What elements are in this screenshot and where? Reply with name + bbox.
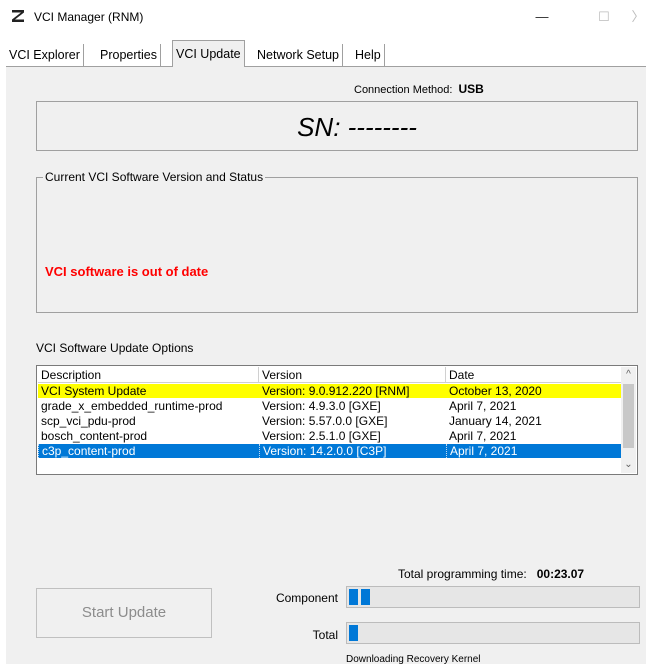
chevron-up-icon[interactable]: ^ (621, 367, 636, 383)
title-bar: VCI Manager (RNM) — ☐ 〉 (0, 0, 652, 34)
list-item[interactable]: scp_vci_pdu-prod Version: 5.57.0.0 [GXE]… (38, 414, 622, 428)
tab-strip: VCI Explorer Properties VCI Update Netwo… (6, 40, 646, 67)
item-description: scp_vci_pdu-prod (41, 414, 136, 428)
app-icon (12, 10, 24, 22)
update-options-list[interactable]: Description Version Date VCI System Upda… (36, 365, 638, 475)
item-version: Version: 9.0.912.220 [RNM] (262, 384, 410, 398)
status-message: VCI software is out of date (45, 264, 209, 279)
component-progress-block (361, 589, 370, 605)
tab-properties[interactable]: Properties (97, 44, 161, 66)
column-header-date[interactable]: Date (446, 367, 622, 383)
list-item[interactable]: VCI System Update Version: 9.0.912.220 [… (38, 384, 622, 398)
list-header: Description Version Date (38, 367, 622, 383)
minimize-button[interactable]: — (530, 6, 554, 28)
item-description: c3p_content-prod (38, 444, 263, 458)
tab-help[interactable]: Help (352, 44, 385, 66)
maximize-button[interactable]: ☐ (592, 6, 616, 28)
progress-caption: Downloading Recovery Kernel (346, 654, 481, 665)
component-progress-block (349, 589, 358, 605)
list-item-selected[interactable]: c3p_content-prod Version: 14.2.0.0 [C3P]… (38, 444, 622, 458)
close-button[interactable]: 〉 (626, 6, 650, 28)
chevron-down-icon[interactable]: ⌄ (621, 457, 636, 473)
item-version: Version: 5.57.0.0 [GXE] (262, 414, 388, 428)
connection-method-value: USB (458, 82, 484, 96)
list-scrollbar[interactable]: ^ ⌄ (621, 367, 636, 473)
tab-vci-update[interactable]: VCI Update (172, 40, 245, 67)
serial-number: SN: -------- (297, 112, 417, 142)
item-description: bosch_content-prod (41, 429, 148, 443)
serial-number-box: SN: -------- (36, 101, 638, 151)
item-date: April 7, 2021 (449, 429, 517, 443)
item-version: Version: 14.2.0.0 [C3P] (259, 444, 450, 458)
window-title: VCI Manager (RNM) (34, 10, 144, 24)
total-programming-time: Total programming time: 00:23.07 (398, 567, 584, 581)
list-item[interactable]: grade_x_embedded_runtime-prod Version: 4… (38, 399, 622, 413)
item-version: Version: 2.5.1.0 [GXE] (262, 429, 381, 443)
start-update-button[interactable]: Start Update (36, 588, 212, 638)
item-date: October 13, 2020 (449, 384, 542, 398)
total-time-value: 00:23.07 (536, 567, 585, 581)
item-description: VCI System Update (41, 384, 147, 398)
tab-strip-divider (6, 66, 646, 67)
total-time-label: Total programming time: (398, 567, 527, 581)
scrollbar-thumb[interactable] (623, 384, 634, 448)
update-options-label: VCI Software Update Options (36, 341, 194, 355)
item-version: Version: 4.9.3.0 [GXE] (262, 399, 381, 413)
tab-vci-explorer[interactable]: VCI Explorer (6, 44, 84, 66)
total-progress-bar (346, 622, 640, 644)
column-header-description[interactable]: Description (38, 367, 259, 383)
connection-method: Connection Method: USB (354, 82, 484, 96)
current-status-group: Current VCI Software Version and Status … (36, 170, 638, 313)
component-progress-label: Component (275, 591, 338, 605)
list-item[interactable]: bosch_content-prod Version: 2.5.1.0 [GXE… (38, 429, 622, 443)
total-progress-block (349, 625, 358, 641)
connection-method-label: Connection Method: (354, 84, 453, 96)
component-progress-bar (346, 586, 640, 608)
column-header-version[interactable]: Version (259, 367, 446, 383)
item-description: grade_x_embedded_runtime-prod (41, 399, 223, 413)
item-date: April 7, 2021 (446, 444, 626, 458)
tab-network-setup[interactable]: Network Setup (254, 44, 343, 66)
item-date: April 7, 2021 (449, 399, 517, 413)
item-date: January 14, 2021 (449, 414, 542, 428)
current-status-legend: Current VCI Software Version and Status (43, 170, 266, 184)
total-progress-label: Total (312, 628, 338, 642)
